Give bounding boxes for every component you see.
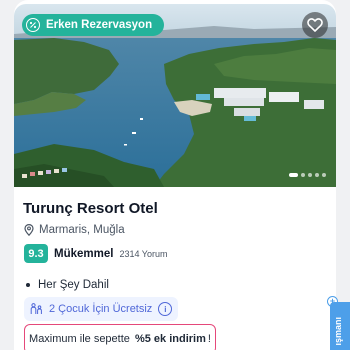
map-pin-icon [24, 224, 34, 236]
hotel-card[interactable]: Erken Rezervasyon Turunç Resort Otel Mar… [14, 0, 336, 350]
hotel-location: Marmaris, Muğla [24, 224, 125, 236]
promo-prefix: Maximum ile sepette [29, 333, 130, 345]
board-type: Her Şey Dahil [26, 279, 109, 291]
hotel-name[interactable]: Turunç Resort Otel [23, 200, 158, 217]
rating-label: Mükemmel [54, 247, 114, 260]
promo-suffix: ! [207, 333, 211, 345]
rating-score: 9.3 [24, 244, 48, 263]
advisor-tab[interactable]: ışmanı [330, 302, 350, 350]
carousel-dot[interactable] [289, 173, 298, 177]
rating-row: 9.3 Mükemmel 2314 Yorum [24, 244, 167, 263]
heart-icon [307, 18, 323, 32]
early-booking-badge: Erken Rezervasyon [22, 14, 165, 36]
carousel-dot[interactable] [315, 173, 319, 177]
child-policy-text: 2 Çocuk İçin Ücretsiz [49, 303, 153, 315]
early-booking-label: Erken Rezervasyon [46, 19, 153, 31]
info-icon[interactable]: i [158, 302, 173, 316]
bullet-icon [26, 283, 30, 287]
family-icon [30, 303, 42, 314]
favorite-button[interactable] [302, 12, 328, 38]
review-count: 2314 Yorum [119, 248, 168, 259]
carousel-dot[interactable] [301, 173, 305, 177]
location-text: Marmaris, Muğla [39, 224, 125, 236]
advisor-tab-label: ışmanı [333, 317, 343, 346]
carousel-dot[interactable] [322, 173, 326, 177]
hotel-photo[interactable]: Erken Rezervasyon [14, 4, 336, 187]
percent-icon [26, 18, 40, 32]
carousel-indicator [289, 173, 326, 177]
board-type-label: Her Şey Dahil [38, 279, 109, 291]
promo-banner: Maximum ile sepette %5 ek indirim! [24, 324, 216, 350]
carousel-dot[interactable] [308, 173, 312, 177]
promo-highlight: %5 ek indirim [134, 333, 206, 345]
child-policy[interactable]: 2 Çocuk İçin Ücretsiz i [24, 297, 179, 321]
